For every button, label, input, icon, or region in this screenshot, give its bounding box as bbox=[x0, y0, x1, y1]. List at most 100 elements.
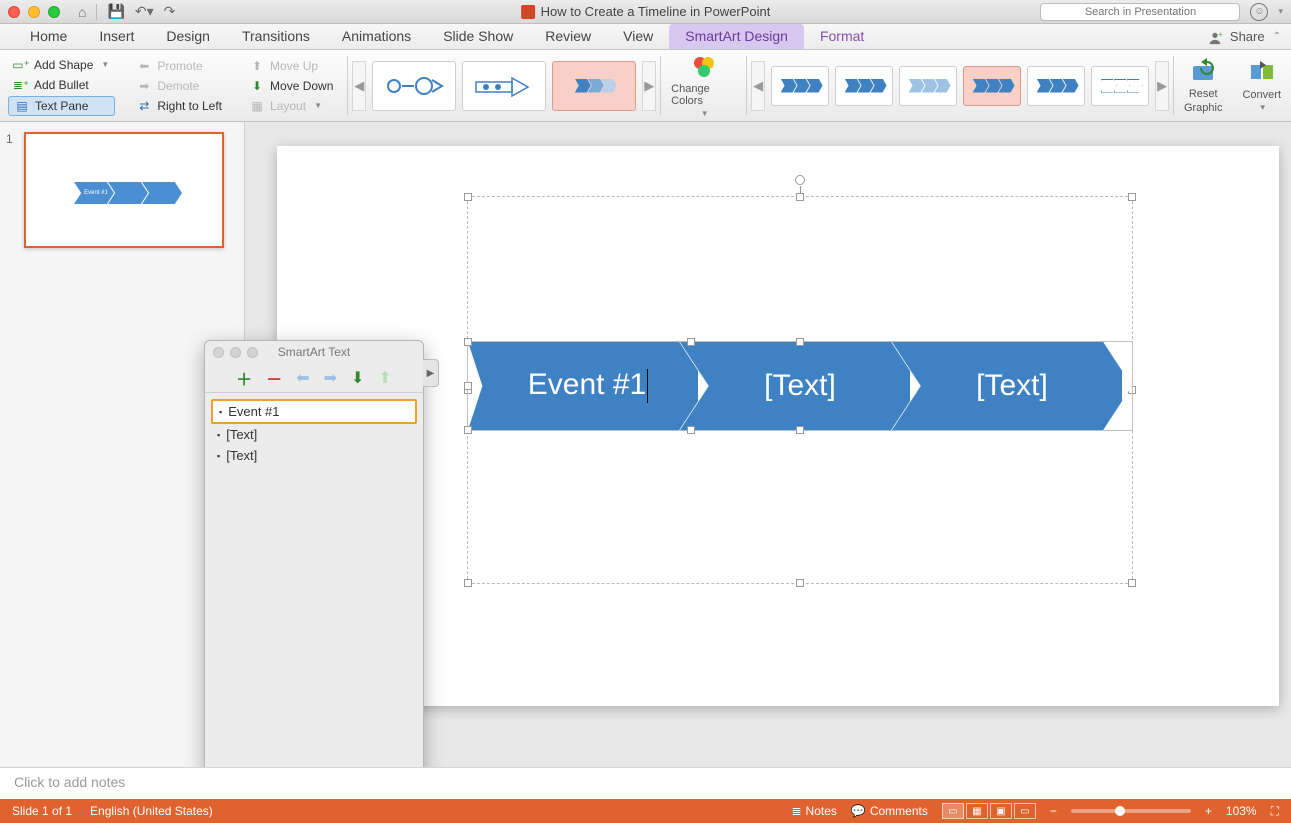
styles-next-button[interactable]: ▶ bbox=[1155, 61, 1169, 111]
textpane-titlebar[interactable]: SmartArt Text bbox=[205, 341, 423, 363]
move-up-button[interactable]: ⬆Move Up bbox=[244, 57, 339, 75]
text-pane-toggle[interactable]: ▤Text Pane bbox=[8, 96, 115, 116]
qat-save-icon[interactable]: 💾 bbox=[107, 3, 124, 20]
style-option-5[interactable] bbox=[1027, 66, 1085, 106]
tp-moveup-icon[interactable]: ⬆ bbox=[378, 368, 391, 388]
language-indicator[interactable]: English (United States) bbox=[90, 804, 213, 818]
titlebar-caret-icon[interactable]: ▾ bbox=[1278, 6, 1283, 17]
zoom-slider[interactable] bbox=[1071, 809, 1191, 813]
tab-insert[interactable]: Insert bbox=[83, 24, 150, 49]
fit-to-window-button[interactable]: ⛶ bbox=[1271, 804, 1279, 819]
tp-min-button[interactable] bbox=[230, 347, 241, 358]
resize-handle-n[interactable] bbox=[796, 193, 804, 201]
layout-option-2[interactable] bbox=[462, 61, 546, 111]
convert-button[interactable]: Convert ▼ bbox=[1232, 50, 1291, 121]
tab-animations[interactable]: Animations bbox=[326, 24, 427, 49]
style-option-1[interactable] bbox=[771, 66, 829, 106]
zoom-level[interactable]: 103% bbox=[1226, 804, 1257, 818]
shape-handle[interactable] bbox=[796, 426, 804, 434]
notes-pane[interactable]: Click to add notes bbox=[0, 767, 1291, 799]
layout-button[interactable]: ▦Layout▼ bbox=[244, 97, 339, 115]
tab-transitions[interactable]: Transitions bbox=[226, 24, 326, 49]
chevron-2[interactable]: [Text] bbox=[680, 342, 920, 430]
styles-prev-button[interactable]: ◀ bbox=[751, 61, 765, 111]
style-option-4-selected[interactable] bbox=[963, 66, 1021, 106]
collapse-ribbon-icon[interactable]: ⌃ bbox=[1273, 31, 1281, 42]
right-to-left-button[interactable]: ⇄Right to Left bbox=[131, 97, 228, 115]
comments-toggle[interactable]: 💬Comments bbox=[851, 804, 928, 818]
style-option-6[interactable] bbox=[1091, 66, 1149, 106]
shape-handle[interactable] bbox=[687, 338, 695, 346]
layout-option-3-selected[interactable] bbox=[552, 61, 636, 111]
textpane-item-2[interactable]: ▪[Text] bbox=[211, 424, 417, 445]
tab-review[interactable]: Review bbox=[529, 24, 607, 49]
tp-movedown-icon[interactable]: ⬇ bbox=[351, 368, 364, 388]
smartart-chevron-row[interactable]: Event #1 [Text] [Text] bbox=[467, 341, 1133, 431]
change-colors-button[interactable]: Change Colors ▼ bbox=[661, 50, 746, 121]
resize-handle-se[interactable] bbox=[1128, 579, 1136, 587]
promote-button[interactable]: ⬅Promote bbox=[131, 57, 228, 75]
slide-thumbnail-1[interactable]: Event #1 bbox=[24, 132, 224, 248]
style-option-3[interactable] bbox=[899, 66, 957, 106]
resize-handle-s[interactable] bbox=[796, 579, 804, 587]
slide-counter[interactable]: Slide 1 of 1 bbox=[12, 804, 72, 818]
user-account-icon[interactable]: ☺ bbox=[1250, 3, 1268, 21]
shape-handle[interactable] bbox=[464, 382, 472, 390]
view-slideshow-button[interactable]: ▭ bbox=[1014, 803, 1036, 819]
tab-home[interactable]: Home bbox=[14, 24, 83, 49]
qat-undo-icon[interactable]: ↶▾ bbox=[135, 3, 154, 20]
add-bullet-button[interactable]: ≣⁺Add Bullet bbox=[8, 76, 115, 94]
chevron-1[interactable]: Event #1 bbox=[468, 342, 708, 430]
tab-smartart-design[interactable]: SmartArt Design bbox=[669, 24, 804, 49]
close-window-button[interactable] bbox=[8, 6, 20, 18]
textpane-item-1[interactable]: ▪Event #1 bbox=[211, 399, 417, 424]
shape-handle[interactable] bbox=[796, 338, 804, 346]
notes-toggle[interactable]: ≣Notes bbox=[791, 804, 836, 818]
rotation-handle[interactable] bbox=[795, 175, 805, 185]
share-button[interactable]: Share bbox=[1230, 29, 1265, 44]
qat-home-icon[interactable]: ⌂ bbox=[78, 4, 86, 20]
chevron-3[interactable]: [Text] bbox=[892, 342, 1132, 430]
reset-graphic-button[interactable]: Reset Graphic bbox=[1174, 50, 1233, 121]
thumb-chev-1: Event #1 bbox=[74, 182, 114, 204]
add-shape-button[interactable]: ▭⁺Add Shape▼ bbox=[8, 56, 115, 74]
tab-slideshow[interactable]: Slide Show bbox=[427, 24, 529, 49]
zoom-in-button[interactable]: + bbox=[1205, 804, 1212, 818]
textpane-expand-tab[interactable]: ▶ bbox=[423, 359, 439, 387]
shape-handle[interactable] bbox=[464, 338, 472, 346]
qat-redo-icon[interactable]: ↷ bbox=[164, 3, 176, 20]
gallery-next-button[interactable]: ▶ bbox=[642, 61, 656, 111]
slide[interactable]: Event #1 [Text] [Text] bbox=[277, 146, 1279, 706]
zoom-slider-knob[interactable] bbox=[1115, 806, 1125, 816]
move-down-button[interactable]: ⬇Move Down bbox=[244, 77, 339, 95]
tab-view[interactable]: View bbox=[607, 24, 669, 49]
zoom-out-button[interactable]: − bbox=[1050, 804, 1057, 818]
layout-option-1[interactable] bbox=[372, 61, 456, 111]
shape-handle[interactable] bbox=[464, 426, 472, 434]
demote-button[interactable]: ➡Demote bbox=[131, 77, 228, 95]
tab-format[interactable]: Format bbox=[804, 24, 880, 49]
gallery-prev-button[interactable]: ◀ bbox=[352, 61, 366, 111]
minimize-window-button[interactable] bbox=[28, 6, 40, 18]
tab-design[interactable]: Design bbox=[150, 24, 226, 49]
maximize-window-button[interactable] bbox=[48, 6, 60, 18]
resize-handle-ne[interactable] bbox=[1128, 193, 1136, 201]
tp-max-button[interactable] bbox=[247, 347, 258, 358]
shape-handle[interactable] bbox=[687, 426, 695, 434]
tp-add-icon[interactable]: ＋ bbox=[236, 366, 252, 390]
tp-demote-icon[interactable]: ➡ bbox=[324, 368, 337, 388]
add-bullet-icon: ≣⁺ bbox=[14, 78, 28, 92]
resize-handle-nw[interactable] bbox=[464, 193, 472, 201]
tp-close-button[interactable] bbox=[213, 347, 224, 358]
tp-remove-icon[interactable]: － bbox=[266, 366, 282, 390]
textpane-item-3[interactable]: ▪[Text] bbox=[211, 445, 417, 466]
style-option-2[interactable] bbox=[835, 66, 893, 106]
notes-icon: ≣ bbox=[791, 804, 801, 818]
view-reading-button[interactable]: ▣ bbox=[990, 803, 1012, 819]
tp-promote-icon[interactable]: ⬅ bbox=[296, 368, 309, 388]
view-normal-button[interactable]: ▭ bbox=[942, 803, 964, 819]
smartart-text-pane[interactable]: SmartArt Text ＋ － ⬅ ➡ ⬇ ⬆ ▪Event #1 ▪[Te… bbox=[204, 340, 424, 767]
search-input[interactable] bbox=[1040, 3, 1240, 21]
resize-handle-sw[interactable] bbox=[464, 579, 472, 587]
view-sorter-button[interactable]: ▦ bbox=[966, 803, 988, 819]
